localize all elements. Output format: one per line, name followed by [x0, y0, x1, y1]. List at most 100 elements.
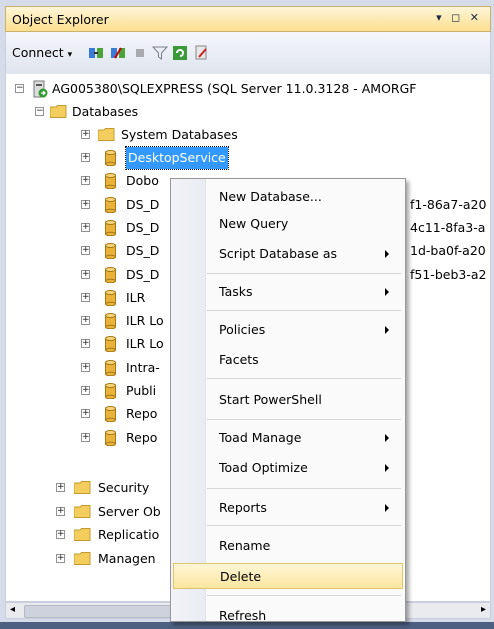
submenu-arrow-icon: [385, 504, 389, 512]
menu-item-label: Start PowerShell: [219, 392, 322, 407]
folder-icon: [74, 504, 91, 518]
chevron-down-icon: ▾: [67, 50, 73, 60]
database-label: Publi: [126, 383, 157, 398]
menu-item-rename[interactable]: Rename: [173, 533, 403, 559]
menu-item-script-database-as[interactable]: Script Database as: [173, 241, 403, 267]
expand-icon[interactable]: +: [81, 316, 90, 326]
expand-icon[interactable]: +: [81, 199, 90, 209]
menu-item-label: Toad Manage: [219, 430, 302, 445]
submenu-arrow-icon: [385, 250, 389, 258]
window-controls[interactable]: ▾ ◻ ✕: [436, 11, 482, 24]
menu-separator: [207, 419, 401, 420]
reports-icon[interactable]: [194, 45, 210, 61]
database-icon: [105, 266, 116, 283]
menu-item-label: Facets: [219, 352, 259, 367]
database-label: Repo: [126, 406, 158, 422]
menu-item-facets[interactable]: Facets: [173, 347, 403, 373]
folder-label: Replicatio: [98, 527, 160, 542]
database-icon: [105, 406, 116, 423]
refresh-icon[interactable]: [172, 45, 188, 61]
database-icon: [105, 359, 116, 376]
tree-database-item[interactable]: + DesktopService: [6, 146, 490, 170]
expand-icon[interactable]: +: [56, 483, 65, 492]
expand-icon[interactable]: +: [56, 530, 65, 539]
expand-icon[interactable]: +: [56, 553, 65, 563]
submenu-arrow-icon: [385, 434, 389, 442]
system-databases-label: System Databases: [121, 127, 238, 142]
filter-icon[interactable]: [152, 45, 168, 61]
folder-icon: [50, 105, 67, 118]
expand-icon[interactable]: +: [81, 130, 90, 139]
folder-icon: [74, 528, 91, 541]
scroll-left-icon[interactable]: ◂: [10, 604, 15, 615]
server-icon: [33, 80, 48, 98]
expand-icon[interactable]: +: [81, 362, 90, 372]
expand-icon[interactable]: +: [81, 176, 90, 186]
database-icon: [105, 383, 116, 399]
expand-icon[interactable]: +: [81, 339, 90, 349]
menu-separator: [207, 525, 401, 526]
expand-icon[interactable]: +: [81, 409, 90, 419]
database-label: DS_D: [126, 219, 160, 235]
scroll-thumb[interactable]: [24, 605, 176, 618]
menu-item-label: Toad Optimize: [219, 460, 308, 475]
collapse-icon[interactable]: −: [35, 107, 44, 116]
menu-separator: [207, 595, 401, 596]
databases-label: Databases: [72, 104, 139, 119]
menu-item-delete[interactable]: Delete: [173, 563, 403, 589]
connect-button[interactable]: Connect ▾: [12, 45, 72, 60]
stop-icon[interactable]: [132, 45, 148, 61]
expand-icon[interactable]: +: [81, 432, 90, 442]
menu-item-new-database[interactable]: New Database...: [173, 184, 403, 210]
menu-item-label: New Query: [219, 216, 289, 231]
menu-separator: [207, 273, 401, 274]
submenu-arrow-icon: [385, 326, 389, 334]
database-icon: [105, 219, 116, 236]
database-icon: [105, 336, 116, 353]
toolbar: Connect ▾: [5, 32, 491, 74]
database-icon: [105, 243, 116, 260]
menu-item-refresh[interactable]: Refresh: [173, 603, 403, 629]
menu-item-toad-manage[interactable]: Toad Manage: [173, 425, 403, 451]
database-icon: [105, 429, 116, 446]
menu-item-toad-optimize[interactable]: Toad Optimize: [173, 455, 403, 481]
database-label-overflow: 1d-ba0f-a20: [410, 243, 486, 259]
panel-title-bar[interactable]: Object Explorer ▾ ◻ ✕: [5, 6, 491, 32]
database-label-overflow: f1-86a7-a20: [410, 196, 487, 212]
folder-label: Security: [98, 480, 150, 495]
database-icon: [105, 196, 116, 213]
scroll-right-icon[interactable]: ▸: [481, 604, 486, 615]
menu-separator: [207, 378, 401, 379]
connect-object-explorer-icon[interactable]: [88, 45, 104, 61]
disconnect-icon[interactable]: [110, 45, 126, 61]
expand-icon[interactable]: +: [81, 222, 90, 232]
folder-icon: [74, 481, 91, 494]
expand-icon[interactable]: +: [56, 506, 65, 516]
expand-icon[interactable]: +: [81, 292, 90, 302]
database-label: ILR Lo: [126, 336, 164, 352]
panel-title: Object Explorer: [12, 12, 109, 27]
menu-item-policies[interactable]: Policies: [173, 317, 403, 343]
database-icon: [105, 150, 116, 166]
database-icon: [105, 173, 116, 190]
database-label: Intra-: [126, 359, 160, 375]
menu-item-new-query[interactable]: New Query: [173, 211, 403, 237]
expand-icon[interactable]: +: [81, 246, 90, 256]
submenu-arrow-icon: [385, 288, 389, 296]
folder-icon: [98, 128, 115, 141]
database-label: ILR Lo: [126, 313, 164, 329]
expand-icon[interactable]: +: [81, 269, 90, 279]
folder-label: Server Ob: [98, 503, 161, 519]
database-label: Dobo: [126, 173, 159, 189]
menu-item-label: Tasks: [219, 284, 253, 299]
menu-separator: [207, 310, 401, 311]
expand-icon[interactable]: +: [81, 386, 90, 395]
collapse-icon[interactable]: −: [15, 84, 24, 93]
menu-item-reports[interactable]: Reports: [173, 495, 403, 521]
tree-server-node[interactable]: − AG005380\SQLEXPRESS (SQL Server 11.0.3…: [6, 78, 490, 100]
submenu-arrow-icon: [385, 464, 389, 472]
expand-icon[interactable]: +: [81, 153, 90, 162]
menu-item-label: Rename: [219, 538, 271, 553]
menu-item-start-powershell[interactable]: Start PowerShell: [173, 387, 403, 413]
menu-item-tasks[interactable]: Tasks: [173, 279, 403, 305]
